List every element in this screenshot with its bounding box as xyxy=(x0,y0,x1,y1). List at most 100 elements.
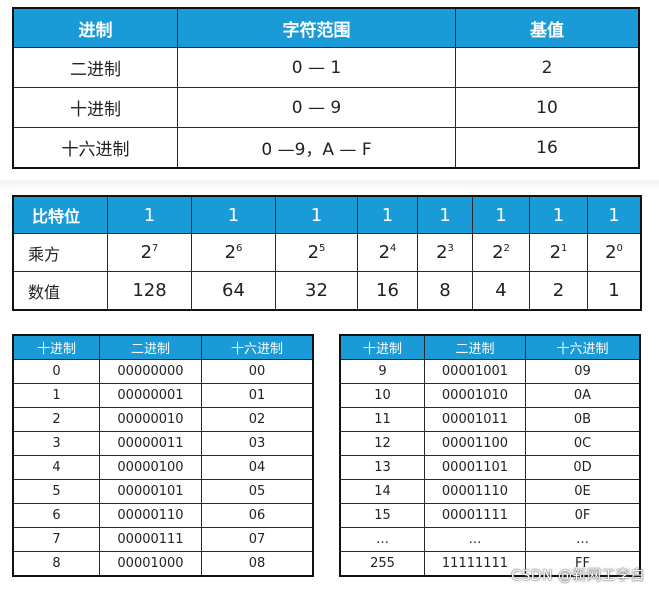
table-header-row: 十进制 二进制 十六进制 xyxy=(13,335,313,360)
cell-binary: 00000010 xyxy=(99,407,202,432)
cell-hex: 0F xyxy=(525,503,640,528)
power-exponent: 2 xyxy=(503,243,510,254)
table-row: 10 00001010 0A xyxy=(340,383,640,408)
cell-hex: 0B xyxy=(525,407,640,432)
table-row: 13 00001101 0D xyxy=(340,455,640,480)
cell-hex: 00 xyxy=(201,359,313,384)
conversion-table-left: 十进制 二进制 十六进制 0 00000000 00 1 00000001 01 2 00… xyxy=(12,334,314,577)
bit-cell: 1 xyxy=(357,196,418,234)
power-cell: 20 xyxy=(587,233,641,272)
value-cell: 8 xyxy=(417,271,473,310)
power-base: 2 xyxy=(224,242,237,263)
cell-decimal: … xyxy=(340,527,425,552)
cell-radix: 2 xyxy=(455,47,639,88)
cell-decimal: 13 xyxy=(340,455,425,480)
header-binary: 二进制 xyxy=(99,335,202,360)
bit-cell: 1 xyxy=(587,196,641,234)
cell-base-name: 十进制 xyxy=(13,87,178,128)
power-cell: 22 xyxy=(472,233,530,272)
row-label-bits: 比特位 xyxy=(13,196,108,234)
power-base: 2 xyxy=(378,242,391,263)
cell-binary: 00001001 xyxy=(424,359,526,384)
table-row: 7 00000111 07 xyxy=(13,527,313,552)
section-divider xyxy=(0,180,659,190)
cell-decimal: 9 xyxy=(340,359,425,384)
cell-base-name: 十六进制 xyxy=(13,127,178,168)
value-cell: 16 xyxy=(357,271,418,310)
cell-hex: … xyxy=(525,527,640,552)
power-exponent: 7 xyxy=(152,243,159,254)
cell-binary: 00001111 xyxy=(424,503,526,528)
cell-binary: … xyxy=(424,527,526,552)
cell-binary: 00001101 xyxy=(424,455,526,480)
cell-base-name: 二进制 xyxy=(13,47,178,88)
value-cell: 4 xyxy=(472,271,530,310)
cell-binary: 00000011 xyxy=(99,431,202,456)
power-exponent: 5 xyxy=(319,243,326,254)
cell-decimal: 11 xyxy=(340,407,425,432)
bit-cell: 1 xyxy=(275,196,358,234)
cell-hex: 01 xyxy=(201,383,313,408)
table-row: 11 00001011 0B xyxy=(340,407,640,432)
row-label-power: 乘方 xyxy=(13,233,108,272)
cell-hex: 02 xyxy=(201,407,313,432)
value-cell: 1 xyxy=(587,271,641,310)
cell-decimal: 8 xyxy=(13,551,100,576)
cell-binary: 00000100 xyxy=(99,455,202,480)
power-cell: 21 xyxy=(529,233,588,272)
power-base: 2 xyxy=(549,242,562,263)
cell-char-range: 0 —9，A — F xyxy=(177,127,456,168)
cell-hex: 0A xyxy=(525,383,640,408)
power-exponent: 6 xyxy=(236,243,243,254)
table-row: 14 00001110 0E xyxy=(340,479,640,504)
cell-decimal: 15 xyxy=(340,503,425,528)
cell-binary: 00000110 xyxy=(99,503,202,528)
table-row: 9 00001001 09 xyxy=(340,359,640,384)
header-decimal: 十进制 xyxy=(340,335,425,360)
header-base: 进制 xyxy=(13,8,178,48)
cell-binary: 00000101 xyxy=(99,479,202,504)
table-row: 十进制 0 — 9 10 xyxy=(13,87,639,128)
cell-decimal: 255 xyxy=(340,551,425,576)
cell-hex: 0E xyxy=(525,479,640,504)
cell-hex: 0D xyxy=(525,455,640,480)
table-row: 12 00001100 0C xyxy=(340,431,640,456)
table-row: ……… xyxy=(340,527,640,552)
header-binary: 二进制 xyxy=(424,335,526,360)
cell-hex: 05 xyxy=(201,479,313,504)
cell-binary: 00000000 xyxy=(99,359,202,384)
bit-weight-table: 比特位 1 1 1 1 1 1 1 1 乘方 27 26 25 24 23 22… xyxy=(12,195,642,311)
cell-binary: 00000111 xyxy=(99,527,202,552)
bit-cell: 1 xyxy=(529,196,588,234)
cell-hex: 07 xyxy=(201,527,313,552)
power-base: 2 xyxy=(307,242,320,263)
cell-decimal: 0 xyxy=(13,359,100,384)
cell-char-range: 0 — 9 xyxy=(177,87,456,128)
table-row: 十六进制 0 —9，A — F 16 xyxy=(13,127,639,168)
cell-decimal: 4 xyxy=(13,455,100,480)
cell-decimal: 5 xyxy=(13,479,100,504)
cell-decimal: 3 xyxy=(13,431,100,456)
bit-row: 比特位 1 1 1 1 1 1 1 1 xyxy=(13,196,641,234)
cell-hex: 08 xyxy=(201,551,313,576)
bit-cell: 1 xyxy=(107,196,192,234)
cell-decimal: 1 xyxy=(13,383,100,408)
row-label-value: 数值 xyxy=(13,271,108,310)
cell-hex: 06 xyxy=(201,503,313,528)
power-exponent: 1 xyxy=(561,243,568,254)
header-decimal: 十进制 xyxy=(13,335,100,360)
cell-decimal: 2 xyxy=(13,407,100,432)
power-cell: 27 xyxy=(107,233,192,272)
value-cell: 32 xyxy=(275,271,358,310)
table-row: 3 00000011 03 xyxy=(13,431,313,456)
bit-cell: 1 xyxy=(417,196,473,234)
cell-binary: 00001011 xyxy=(424,407,526,432)
cell-binary: 00001100 xyxy=(424,431,526,456)
header-hex: 十六进制 xyxy=(525,335,640,360)
cell-decimal: 14 xyxy=(340,479,425,504)
power-base: 2 xyxy=(436,242,448,263)
table-header-row: 十进制 二进制 十六进制 xyxy=(340,335,640,360)
cell-binary: 00000001 xyxy=(99,383,202,408)
power-cell: 23 xyxy=(417,233,473,272)
table-row: 6 00000110 06 xyxy=(13,503,313,528)
